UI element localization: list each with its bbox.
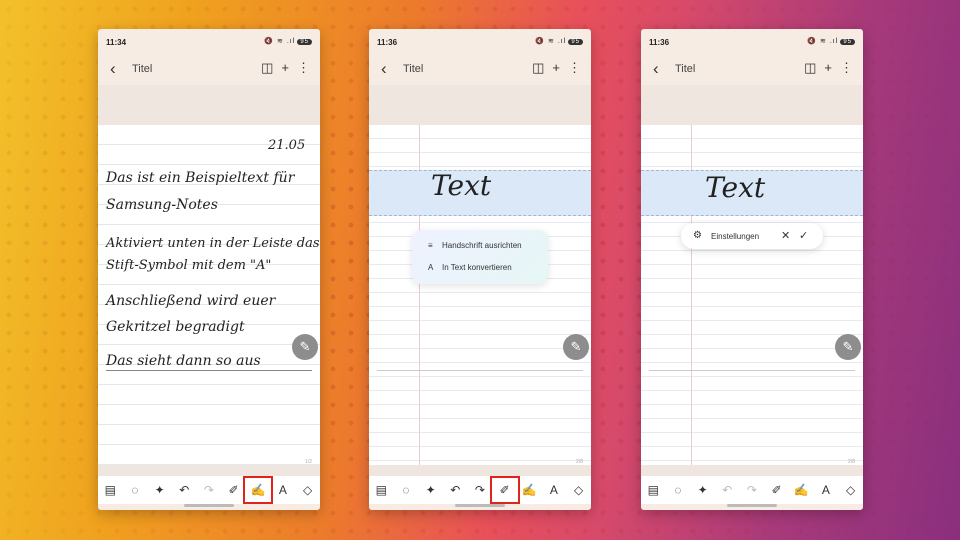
sparkle-icon[interactable]: ✦ (691, 479, 715, 501)
check-icon[interactable]: ✓ (799, 229, 808, 242)
handwriting-assist-icon[interactable]: ✍ (789, 479, 813, 501)
divider-line (377, 370, 583, 371)
note-title[interactable]: Titel (675, 63, 695, 75)
page-header-band (369, 85, 591, 125)
close-icon[interactable]: ✕ (781, 229, 790, 242)
divider-line (649, 370, 855, 371)
status-icons: 🔇 ≋ .ıl 95 (535, 37, 583, 45)
handwritten-line: Gekritzel begradigt (106, 319, 245, 335)
split-view-icon[interactable]: ◫ (804, 60, 816, 75)
settings-button[interactable]: Einstellungen (711, 232, 759, 241)
back-icon[interactable]: ‹ (653, 59, 659, 79)
battery-icon: 95 (840, 39, 855, 45)
status-time: 11:34 (106, 38, 127, 47)
note-canvas[interactable]: Text 2/8 (641, 125, 863, 465)
split-view-icon[interactable]: ◫ (261, 60, 273, 75)
status-bar: 11:34 🔇 ≋ .ıl 95 (98, 29, 320, 55)
pen-fab-button[interactable]: ✎ (292, 334, 318, 360)
tool-bar: ▤ ◌ ✦ ↶ ↷ ✐ ✍ A ◇ (98, 476, 320, 504)
align-icon: ≡ (428, 241, 433, 250)
handwriting-assist-icon[interactable]: ✍ (243, 476, 274, 504)
app-bar: ‹ Titel ◫ + ⋮ (98, 55, 320, 85)
split-view-icon[interactable]: ◫ (532, 60, 544, 75)
context-menu: ≡ Handschrift ausrichten A In Text konvert… (412, 230, 548, 284)
undo-icon[interactable]: ↶ (715, 479, 739, 501)
status-time: 11:36 (377, 38, 398, 47)
eraser-icon[interactable]: ◇ (567, 479, 591, 501)
note-canvas[interactable]: 21.05 Das ist ein Beispieltext für Samsu… (98, 125, 320, 465)
lasso-icon[interactable]: ◌ (666, 479, 690, 501)
handwritten-word[interactable]: Text (705, 171, 765, 204)
add-icon[interactable]: + (552, 60, 560, 75)
tool-bar: ▤ ◌ ✦ ↶ ↷ ✐ ✍ A ◇ (369, 476, 591, 504)
eraser-icon[interactable]: ◇ (296, 479, 320, 501)
status-time: 11:36 (649, 38, 670, 47)
text-pen-icon[interactable]: A (271, 479, 295, 501)
text-pen-icon[interactable]: A (542, 479, 566, 501)
note-title[interactable]: Titel (403, 63, 423, 75)
add-icon[interactable]: + (824, 60, 832, 75)
page-header-band (641, 85, 863, 125)
status-icons: 🔇 ≋ .ıl 95 (807, 37, 855, 45)
handwritten-line: Anschließend wird euer (106, 293, 276, 309)
pen-icon[interactable]: ✐ (222, 479, 246, 501)
keyboard-icon[interactable]: ▤ (98, 479, 122, 501)
back-icon[interactable]: ‹ (110, 59, 116, 79)
battery-icon: 95 (568, 39, 583, 45)
pen-fab-button[interactable]: ✎ (835, 334, 861, 360)
text-pen-icon[interactable]: A (814, 479, 838, 501)
redo-icon[interactable]: ↷ (197, 479, 221, 501)
gear-icon[interactable]: ⚙ (693, 230, 702, 241)
battery-icon: 95 (297, 39, 312, 45)
tool-bar: ▤ ◌ ✦ ↶ ↷ ✐ ✍ A ◇ (641, 476, 863, 504)
app-bar: ‹ Titel ◫ + ⋮ (641, 55, 863, 85)
convert-text-icon: A (428, 263, 434, 272)
divider-line (106, 370, 312, 371)
status-bar: 11:36 🔇 ≋ .ıl 95 (641, 29, 863, 55)
undo-icon[interactable]: ↶ (172, 479, 196, 501)
undo-icon[interactable]: ↶ (443, 479, 467, 501)
keyboard-icon[interactable]: ▤ (641, 479, 665, 501)
note-title[interactable]: Titel (132, 63, 152, 75)
add-icon[interactable]: + (281, 60, 289, 75)
note-canvas[interactable]: Text 2/8 (369, 125, 591, 465)
handwritten-line: Das ist ein Beispieltext für (106, 170, 295, 186)
home-indicator[interactable] (727, 504, 777, 507)
menu-item-align-handwriting[interactable]: ≡ Handschrift ausrichten (428, 241, 522, 250)
handwritten-line: Samsung-Notes (106, 197, 218, 213)
handwritten-line: Aktiviert unten in der Leiste das (106, 236, 320, 251)
menu-item-convert-to-text[interactable]: A In Text konvertieren (428, 263, 512, 272)
pen-icon[interactable]: ✐ (765, 479, 789, 501)
more-icon[interactable]: ⋮ (297, 60, 310, 75)
sparkle-icon[interactable]: ✦ (148, 479, 172, 501)
handwritten-date: 21.05 (268, 138, 306, 153)
handwriting-assist-icon[interactable]: ✍ (517, 479, 541, 501)
lasso-icon[interactable]: ◌ (394, 479, 418, 501)
phone-screen-2: 11:36 🔇 ≋ .ıl 95 ‹ Titel ◫ + ⋮ Text 2/8 ≡ Ha… (369, 29, 591, 510)
more-icon[interactable]: ⋮ (568, 60, 581, 75)
sparkle-icon[interactable]: ✦ (419, 479, 443, 501)
home-indicator[interactable] (184, 504, 234, 507)
keyboard-icon[interactable]: ▤ (369, 479, 393, 501)
page-header-band (98, 85, 320, 125)
settings-pill: ⚙ Einstellungen ✕ ✓ (681, 223, 823, 249)
app-bar: ‹ Titel ◫ + ⋮ (369, 55, 591, 85)
handwritten-line: Das sieht dann so aus (106, 353, 261, 369)
back-icon[interactable]: ‹ (381, 59, 387, 79)
handwritten-word[interactable]: Text (431, 169, 491, 202)
phone-screen-3: 11:36 🔇 ≋ .ıl 95 ‹ Titel ◫ + ⋮ Text 2/8 ⚙ E… (641, 29, 863, 510)
status-bar: 11:36 🔇 ≋ .ıl 95 (369, 29, 591, 55)
redo-icon[interactable]: ↷ (740, 479, 764, 501)
home-indicator[interactable] (455, 504, 505, 507)
lasso-icon[interactable]: ◌ (123, 479, 147, 501)
status-icons: 🔇 ≋ .ıl 95 (264, 37, 312, 45)
pen-fab-button[interactable]: ✎ (563, 334, 589, 360)
handwritten-line: Stift-Symbol mit dem "A" (106, 258, 272, 273)
redo-icon[interactable]: ↷ (468, 479, 492, 501)
more-icon[interactable]: ⋮ (840, 60, 853, 75)
eraser-icon[interactable]: ◇ (839, 479, 863, 501)
pen-icon[interactable]: ✐ (489, 476, 520, 504)
phone-screen-1: 11:34 🔇 ≋ .ıl 95 ‹ Titel ◫ + ⋮ 21.05 Das is… (98, 29, 320, 510)
